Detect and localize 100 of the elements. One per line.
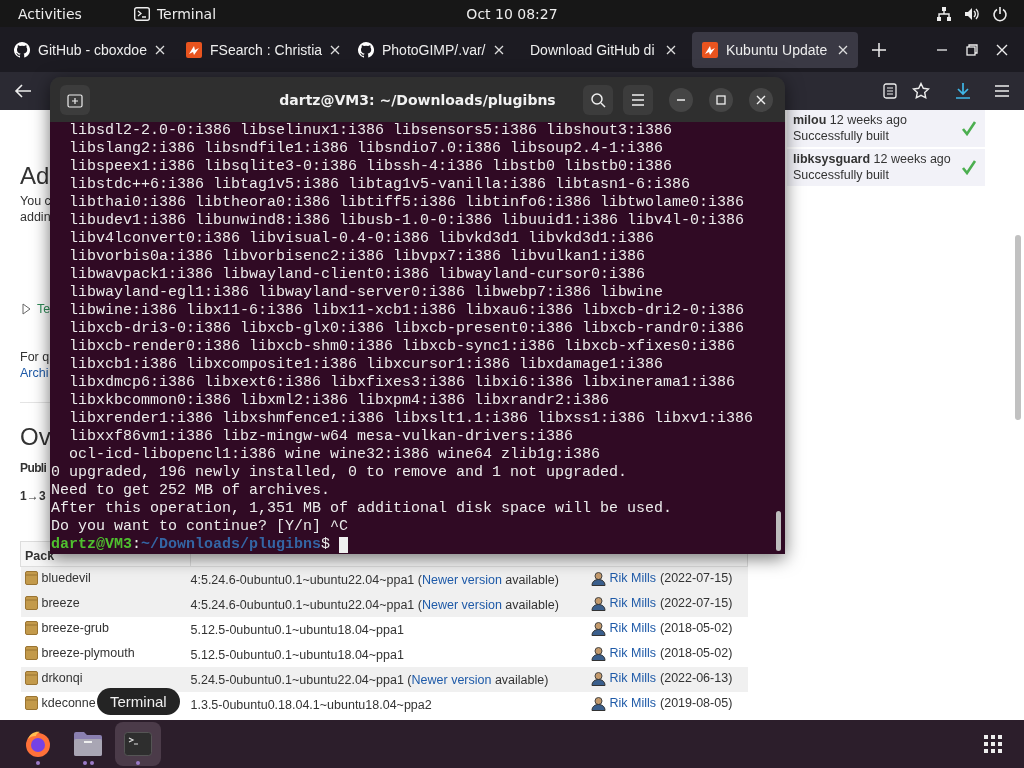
uploader-link[interactable]: Rik Mills [609,571,657,585]
firefox-icon[interactable] [23,729,53,759]
upload-date: (2018-05-02) [660,646,733,660]
terminal-line: libwavpack1:i386 libwayland-client0:i386 libwayland-cursor0:i386 [69,266,646,284]
terminal-line: libwayland-egl1:i386 libwayland-server0:i386 libwebp7:i386 libwine [69,284,664,302]
build-title[interactable]: libksysguard 12 weeks ago [793,152,961,166]
close-icon [756,94,766,105]
search-button[interactable] [583,84,613,115]
package-name: kdeconne [41,696,96,710]
upload-date: (2018-05-02) [660,621,733,635]
package-icon [24,696,38,710]
browser-tab[interactable]: PhotoGIMP/.var/ [348,31,514,68]
minimize-button[interactable] [669,87,693,112]
star-icon[interactable] [912,82,930,100]
running-indicator [82,761,94,765]
menu-button[interactable] [623,84,653,115]
close-icon[interactable] [494,44,504,55]
reader-view-icon[interactable] [882,83,898,99]
package-icon [24,621,38,635]
upload-date: (2022-06-13) [660,671,733,685]
close-icon[interactable] [666,44,676,55]
build-status: Successfully built [793,129,890,143]
app-menu[interactable]: Terminal [156,5,217,22]
expander-link[interactable]: Te [37,302,51,316]
terminal-icon[interactable] [124,732,152,756]
maximize-button[interactable] [709,87,733,112]
terminal-line: libthai0:i386 libtheora0:i386 libtiff5:i386 libtinfo6:i386 libtwolame0:i386 [69,194,745,212]
app-grid-icon[interactable] [984,735,1002,753]
paragraph-text: You c [20,194,51,208]
summary-text: Publi [20,461,47,475]
power-icon[interactable] [992,5,1008,22]
upload-date: (2022-07-15) [660,596,733,610]
terminal-line: libxdmcp6:i386 libxext6:i386 libxfixes3:i386 libxi6:i386 libxinerama1:i386 [69,374,736,392]
newer-version-link[interactable]: Newer version [421,597,502,612]
browser-tab[interactable]: Download GitHub di [520,31,686,68]
close-button[interactable] [749,87,773,112]
uploader-link[interactable]: Rik Mills [609,596,657,610]
github-icon [14,41,30,58]
paragraph-text: addin [20,210,51,224]
restore-icon[interactable] [964,41,980,58]
network-icon[interactable] [936,5,952,22]
download-icon[interactable] [954,82,972,100]
upload-date: (2022-07-15) [660,571,733,585]
browser-tab[interactable]: Kubuntu Update [692,31,858,68]
paragraph-text: For q [20,350,50,364]
clock[interactable]: Oct 10 08:27 [466,5,558,22]
version-text: 5.24.5-0ubuntu0.1~ubuntu22.04~ppa1 (Newer version available) [190,667,591,692]
terminal-line: 0 upgraded, 196 newly installed, 0 to remove and 1 not upgraded. [51,464,628,482]
archive-link[interactable]: Archi [20,366,49,380]
close-icon[interactable] [154,44,165,55]
terminal-icon [133,6,150,21]
terminal-line: libudev1:i386 libunwind8:i386 libusb-1.0-0:i386 libuuid1:i386 libv4l-0:i386 [69,212,745,230]
terminal-line: libsdl2-2.0-0:i386 libselinux1:i386 libsensors5:i386 libshout3:i386 [69,122,673,140]
back-arrow-icon[interactable] [14,83,32,99]
minimize-icon [676,98,686,101]
menu-icon[interactable] [994,84,1010,98]
package-name: breeze-plymouth [41,646,135,660]
window-title: dartz@VM3: ~/Downloads/plugibns [279,91,556,108]
person-icon [590,595,606,611]
running-indicator [36,761,40,765]
section-heading: Ad [20,162,50,190]
expand-triangle-icon[interactable] [22,303,31,315]
scrollbar-thumb[interactable] [776,511,781,551]
maximize-icon [716,94,726,105]
uploader-link[interactable]: Rik Mills [609,621,657,635]
upload-date: (2019-08-05) [660,696,733,710]
uploader-link[interactable]: Rik Mills [609,671,657,685]
activities-button[interactable]: Activities [18,5,82,22]
build-title[interactable]: milou 12 weeks ago [793,113,961,127]
close-icon[interactable] [330,44,341,55]
newer-version-link[interactable]: Newer version [411,672,492,687]
folder-icon[interactable] [73,731,103,757]
terminal-line: ocl-icd-libopencl1:i386 wine wine32:i386 wine64 zlib1g:i386 [69,446,601,464]
terminal-line: libxrender1:i386 libxshmfence1:i386 libxslt1.1:i386 libxss1:i386 libxv1:i386 [69,410,754,428]
person-icon [590,670,606,686]
terminal-line: Need to get 252 MB of archives. [51,482,331,500]
browser-tab[interactable]: GitHub - cboxdoe [4,31,170,68]
uploader-link[interactable]: Rik Mills [609,696,657,710]
menu-icon [631,93,645,106]
terminal-line: libxcb-dri3-0:i386 libxcb-glx0:i386 libxcb-present0:i386 libxcb-randr0:i386 [69,320,745,338]
package-icon [24,671,38,685]
new-tab-button[interactable] [60,84,90,115]
scrollbar-thumb[interactable] [1015,235,1021,420]
browser-tab[interactable]: FSearch : Christia [176,31,342,68]
close-icon[interactable] [838,44,848,55]
version-text: 4:5.24.6-0ubuntu0.1~ubuntu22.04~ppa1 (Newer version available) [190,592,591,617]
package-name: bluedevil [41,571,91,585]
package-icon [24,646,38,660]
build-status: Successfully built [793,168,890,182]
terminal-line: libwine:i386 libx11-6:i386 libx11-xcb1:i386 libxau6:i386 libxcb-dri2-0:i386 [69,302,745,320]
terminal-line: libxxf86vm1:i386 libz-mingw-w64 mesa-vulkan-drivers:i386 [69,428,574,446]
version-text: 5.12.5-0ubuntu0.1~ubuntu18.04~ppa1 [190,642,591,667]
package-name: breeze [41,596,80,610]
checkmark-icon [961,159,977,175]
uploader-link[interactable]: Rik Mills [609,646,657,660]
terminal-line: libxkbcommon0:i386 libxml2:i386 libxpm4:i386 libxrandr2:i386 [69,392,610,410]
running-indicator [136,761,140,765]
newer-version-link[interactable]: Newer version [421,572,502,587]
new-tab-icon[interactable] [872,42,886,57]
package-icon [24,571,38,585]
